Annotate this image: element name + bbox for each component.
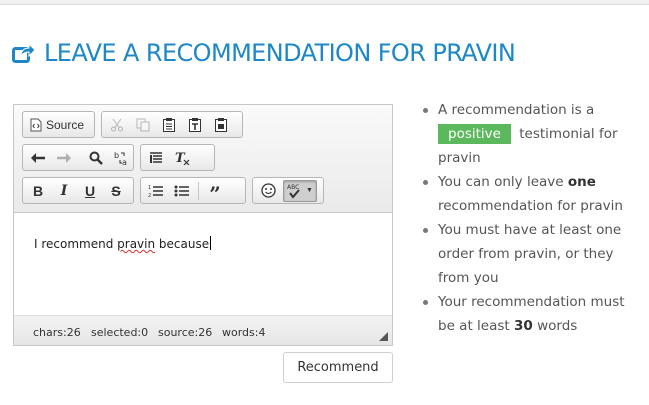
italic-icon: I: [60, 182, 68, 199]
source-count: source:26: [158, 326, 213, 339]
char-count: chars:26: [33, 326, 81, 339]
remove-format-button[interactable]: T: [171, 147, 193, 169]
editor-text-after: because: [155, 237, 210, 251]
rich-text-editor: Source b a T B I U S 1 2 ” ABC ▼ I recom…: [13, 104, 393, 346]
source-button[interactable]: Source: [27, 114, 90, 136]
emphasis-one: one: [567, 174, 596, 190]
copy-icon: [136, 118, 150, 132]
strikethrough-button[interactable]: S: [105, 180, 127, 202]
svg-text:2: 2: [148, 193, 151, 198]
toolbar-group-clipboard: [101, 111, 243, 138]
editor-status-bar: chars:26 selected:0 source:26 words:4: [14, 315, 392, 345]
toolbar-group-basic-styles: B I U S: [22, 177, 134, 204]
bold-icon: B: [32, 182, 44, 199]
selected-count: selected:0: [91, 326, 149, 339]
toolbar-group-insert: ABC ▼: [252, 177, 324, 204]
svg-text:T: T: [175, 151, 186, 165]
smiley-icon: [260, 183, 276, 198]
svg-text:b: b: [114, 151, 119, 160]
source-button-label: Source: [46, 117, 85, 132]
redo-button[interactable]: [53, 147, 75, 169]
paste-text-icon: [188, 117, 202, 132]
bold-button[interactable]: B: [27, 180, 49, 202]
paste-from-word-button[interactable]: [210, 114, 232, 136]
editor-toolbar: Source b a T B I U S 1 2 ” ABC ▼: [14, 105, 392, 213]
editor-text-before: I recommend: [34, 237, 118, 251]
blockquote-button[interactable]: ”: [204, 180, 226, 206]
cut-button[interactable]: [106, 114, 128, 136]
resize-handle[interactable]: [379, 332, 388, 341]
toolbar-group-lists: 12 ”: [140, 177, 246, 204]
info-item: You must have at least one order from pr…: [420, 218, 645, 290]
emphasis-thirty: 30: [513, 318, 533, 334]
replace-icon: ba: [114, 150, 130, 166]
quote-icon: ”: [209, 181, 221, 206]
magnifier-icon: [89, 151, 103, 165]
italic-button[interactable]: I: [53, 180, 75, 202]
text-caret: [210, 236, 212, 250]
svg-text:1: 1: [148, 185, 151, 191]
word-count: words:4: [222, 326, 266, 339]
spellcheck-button[interactable]: ABC ▼: [283, 179, 317, 202]
editor-content-area[interactable]: I recommend pravin because: [14, 214, 392, 315]
remove-format-icon: T: [174, 151, 190, 165]
toolbar-separator: [198, 181, 199, 200]
info-item: Your recommendation must be at least 30 …: [420, 290, 645, 338]
numbered-list-icon: 12: [148, 184, 164, 198]
share-square-icon: [12, 42, 36, 64]
misspelled-word: pravin: [117, 237, 156, 251]
find-button[interactable]: [85, 147, 107, 169]
paste-icon: [162, 117, 176, 132]
info-item: A recommendation is a positive testimoni…: [420, 98, 645, 170]
copy-button[interactable]: [132, 114, 154, 136]
paste-text-button[interactable]: [184, 114, 206, 136]
strikethrough-icon: S: [111, 182, 121, 199]
smiley-button[interactable]: [257, 180, 279, 202]
undo-icon: [30, 152, 46, 164]
positive-badge: positive: [438, 124, 511, 144]
replace-button[interactable]: ba: [111, 147, 133, 169]
source-icon: [30, 118, 42, 132]
underline-icon: U: [84, 182, 96, 199]
top-divider: [0, 0, 649, 5]
toolbar-group-document: Source: [22, 111, 95, 138]
svg-text:a: a: [122, 158, 127, 166]
select-all-button[interactable]: [145, 147, 167, 169]
scissors-icon: [110, 118, 124, 132]
info-list: A recommendation is a positive testimoni…: [420, 98, 645, 338]
chevron-down-icon: ▼: [306, 187, 313, 194]
spellcheck-icon: ABC: [287, 183, 305, 199]
paste-button[interactable]: [158, 114, 180, 136]
page-heading: LEAVE A RECOMMENDATION FOR PRAVIN: [12, 38, 516, 68]
redo-icon: [56, 152, 72, 164]
toolbar-group-formatting: T: [140, 144, 215, 171]
toolbar-group-history: ba: [22, 144, 134, 171]
paste-word-icon: [214, 117, 228, 132]
numbered-list-button[interactable]: 12: [145, 180, 167, 202]
bulleted-list-button[interactable]: [171, 180, 193, 202]
svg-text:ABC: ABC: [287, 184, 299, 191]
bulleted-list-icon: [174, 184, 190, 198]
select-all-icon: [149, 151, 163, 165]
info-item: You can only leave one recommendation fo…: [420, 170, 645, 218]
underline-button[interactable]: U: [79, 180, 101, 202]
page-title: LEAVE A RECOMMENDATION FOR PRAVIN: [44, 39, 516, 67]
recommend-button[interactable]: Recommend: [283, 352, 393, 383]
undo-button[interactable]: [27, 147, 49, 169]
